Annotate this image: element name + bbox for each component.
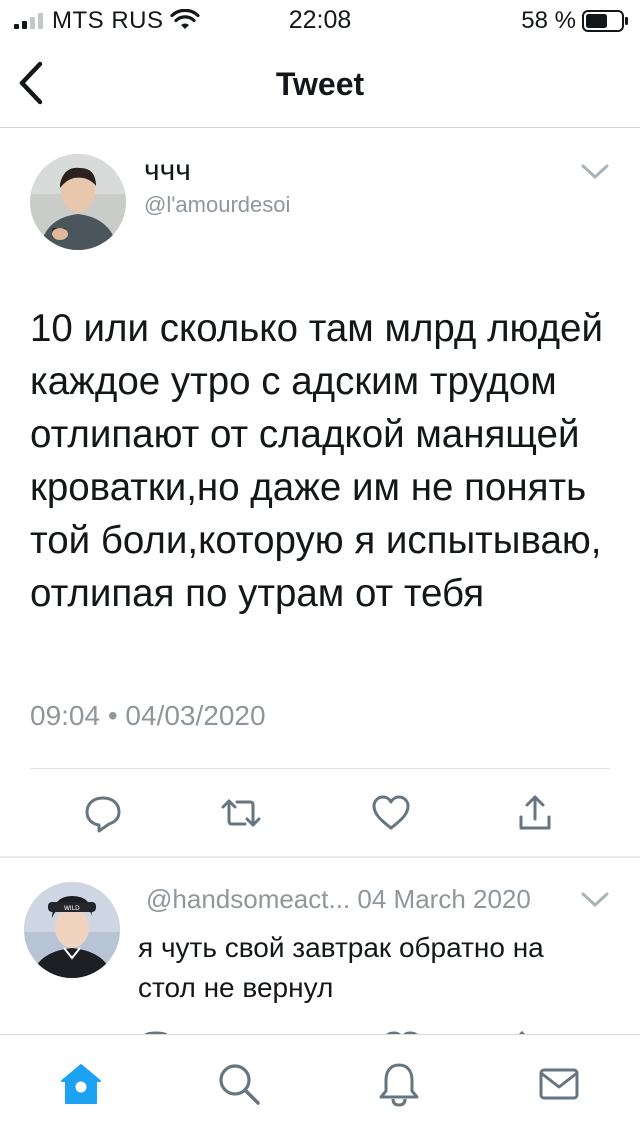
like-button[interactable] [366,790,416,836]
notifications-icon [379,1063,419,1107]
tab-search[interactable] [214,1059,264,1109]
search-icon [219,1064,260,1105]
divider [30,768,610,769]
home-icon [61,1064,101,1104]
tweet-text: 10 или сколько там млрд людей каждое утр… [30,307,603,615]
author-display-name[interactable]: ччч [144,154,191,188]
tab-bar [0,1034,640,1136]
tab-home[interactable] [56,1059,106,1109]
retweet-icon [221,799,261,827]
svg-text:WILD: WILD [64,905,80,912]
tweet-timestamp: 09:04 • 04/03/2020 [30,700,266,731]
tweet-options-button[interactable] [580,162,610,182]
nav-bar: Tweet [0,40,640,128]
status-bar: MTS RUS 22:08 58 % [0,0,640,40]
like-icon [372,795,410,830]
chevron-down-icon [581,892,609,907]
share-icon [519,795,551,830]
reply-button[interactable] [78,790,128,836]
reply-meta: @handsomeact... 04 March 2020 [146,884,531,915]
reply-author-avatar[interactable]: WILD [24,882,120,978]
tab-notifications[interactable] [374,1059,424,1109]
battery-icon [582,10,628,32]
chevron-down-icon [581,164,609,179]
reply-icon [85,796,121,833]
tab-messages[interactable] [534,1059,584,1109]
author-avatar[interactable] [30,154,126,250]
messages-icon [539,1068,579,1100]
battery-percent: 58 % [521,7,576,34]
section-separator [0,856,640,858]
page-title: Tweet [275,66,365,102]
reply-options-button[interactable] [580,890,610,910]
reply-date: 04 March 2020 [357,884,531,914]
author-handle[interactable]: @l'amourdesoi [144,192,290,218]
tweet-actions [0,790,640,840]
reply-text: я чуть свой завтрак обратно на стол не в… [138,932,544,1003]
reply-handle[interactable]: @handsomeact... [146,884,350,914]
retweet-button[interactable] [216,790,266,836]
share-button[interactable] [510,790,560,836]
